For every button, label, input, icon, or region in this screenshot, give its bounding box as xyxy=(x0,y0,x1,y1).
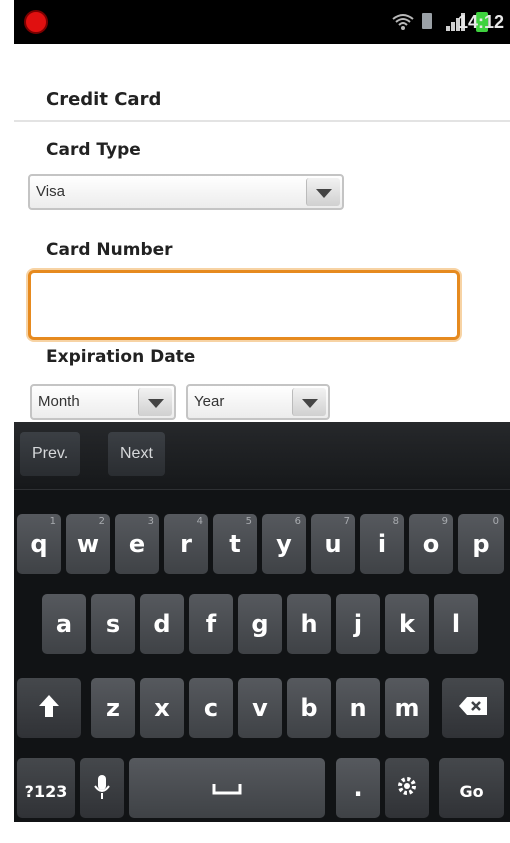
go-key[interactable]: Go xyxy=(439,758,504,818)
key-g[interactable]: g xyxy=(238,594,282,654)
key-u[interactable]: 7u xyxy=(311,514,355,574)
space-icon xyxy=(129,774,325,802)
record-icon xyxy=(24,10,48,34)
year-value: Year xyxy=(194,393,225,410)
next-button[interactable]: Next xyxy=(108,432,165,476)
chevron-down-icon[interactable] xyxy=(292,388,326,416)
month-spinner[interactable]: Month xyxy=(30,384,176,420)
key-o[interactable]: 9o xyxy=(409,514,453,574)
key-x[interactable]: x xyxy=(140,678,184,738)
key-w[interactable]: 2w xyxy=(66,514,110,574)
key-k[interactable]: k xyxy=(385,594,429,654)
key-period[interactable]: . xyxy=(336,758,380,818)
key-l[interactable]: l xyxy=(434,594,478,654)
sdcard-icon xyxy=(422,13,432,29)
key-i[interactable]: 8i xyxy=(360,514,404,574)
soft-keyboard: Prev. Next 1q 2w 3e 4r 5t 6y 7u 8i 9o 0p… xyxy=(14,422,510,822)
card-type-value: Visa xyxy=(36,183,65,200)
chevron-down-icon[interactable] xyxy=(138,388,172,416)
clock: 14:12 xyxy=(457,12,504,32)
key-j[interactable]: j xyxy=(336,594,380,654)
credit-card-form: Credit Card Card Type Visa Card Number E… xyxy=(14,44,510,422)
key-p[interactable]: 0p xyxy=(458,514,504,574)
key-b[interactable]: b xyxy=(287,678,331,738)
month-value: Month xyxy=(38,393,80,410)
key-e[interactable]: 3e xyxy=(115,514,159,574)
key-q[interactable]: 1q xyxy=(17,514,61,574)
year-spinner[interactable]: Year xyxy=(186,384,330,420)
shift-key[interactable] xyxy=(17,678,81,738)
card-number-label: Card Number xyxy=(46,240,173,260)
key-m[interactable]: m xyxy=(385,678,429,738)
keyboard-toolbar: Prev. Next xyxy=(14,422,510,490)
key-d[interactable]: d xyxy=(140,594,184,654)
key-t[interactable]: 5t xyxy=(213,514,257,574)
divider xyxy=(14,120,510,122)
section-title: Credit Card xyxy=(46,89,162,110)
card-type-label: Card Type xyxy=(46,140,141,160)
prev-button[interactable]: Prev. xyxy=(20,432,81,476)
key-r[interactable]: 4r xyxy=(164,514,208,574)
key-n[interactable]: n xyxy=(336,678,380,738)
microphone-icon xyxy=(80,774,124,806)
wifi-icon xyxy=(392,13,414,35)
shift-icon xyxy=(17,694,81,724)
microphone-key[interactable] xyxy=(80,758,124,818)
key-c[interactable]: c xyxy=(189,678,233,738)
expiration-date-label: Expiration Date xyxy=(46,347,196,367)
key-z[interactable]: z xyxy=(91,678,135,738)
backspace-key[interactable] xyxy=(442,678,504,738)
key-h[interactable]: h xyxy=(287,594,331,654)
chevron-down-icon[interactable] xyxy=(306,178,340,206)
symbols-key[interactable]: ?123 xyxy=(17,758,75,818)
key-y[interactable]: 6y xyxy=(262,514,306,574)
key-f[interactable]: f xyxy=(189,594,233,654)
settings-key[interactable] xyxy=(385,758,429,818)
settings-icon xyxy=(385,774,429,804)
space-key[interactable] xyxy=(129,758,325,818)
key-v[interactable]: v xyxy=(238,678,282,738)
backspace-icon xyxy=(442,694,504,722)
key-s[interactable]: s xyxy=(91,594,135,654)
card-type-spinner[interactable]: Visa xyxy=(28,174,344,210)
status-bar: 14:12 xyxy=(14,0,510,44)
card-number-input[interactable] xyxy=(28,270,460,340)
key-a[interactable]: a xyxy=(42,594,86,654)
